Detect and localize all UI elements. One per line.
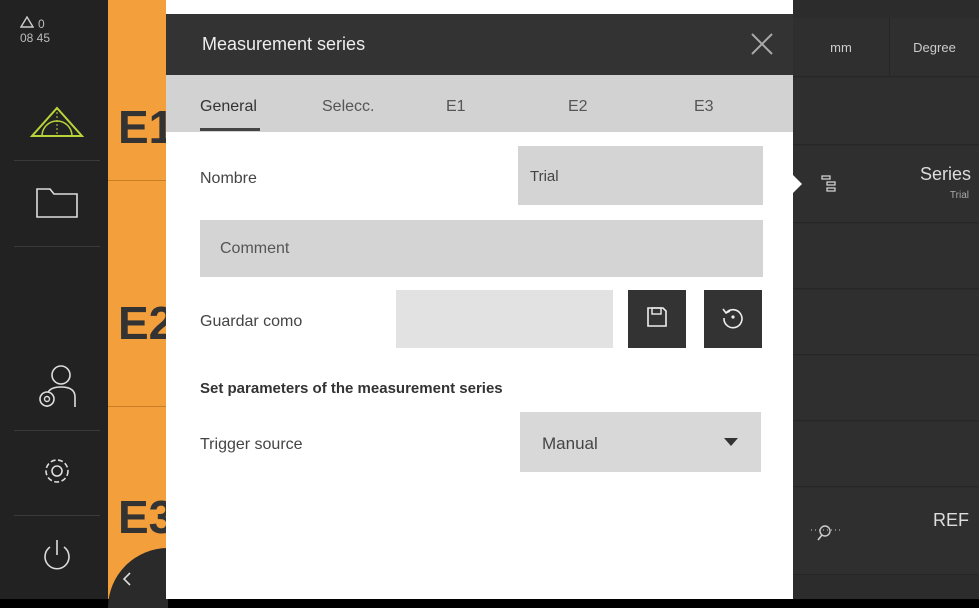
gear-icon [40, 454, 74, 493]
trigger-source-dropdown[interactable]: Manual [520, 412, 761, 472]
series-button[interactable]: Series Trial [793, 146, 979, 223]
divider [14, 160, 100, 161]
inspector-slot [793, 224, 979, 289]
folder-icon [35, 185, 79, 224]
series-value: Trial [949, 190, 969, 201]
measure-icon [29, 105, 85, 144]
comment-field[interactable]: Comment [200, 220, 763, 277]
unit-length-button[interactable]: mm [793, 18, 890, 77]
name-value: Trial [530, 168, 559, 185]
power-button[interactable] [0, 518, 114, 598]
status-area[interactable]: 0 08 45 [19, 15, 90, 45]
tab-e2[interactable]: E2 [568, 98, 588, 116]
tab-general[interactable]: General [200, 98, 257, 116]
active-tab-indicator [200, 128, 260, 131]
trigger-source-value: Manual [542, 434, 598, 453]
dropdown-arrow-icon [724, 438, 738, 446]
divider [14, 430, 100, 431]
divider [108, 406, 166, 407]
user-settings-icon [35, 363, 79, 416]
clock: 08 45 [20, 31, 51, 45]
divider [108, 180, 166, 181]
chevron-left-icon [122, 572, 132, 591]
inspector-slot [793, 290, 979, 355]
series-label: Series [919, 164, 971, 184]
name-field[interactable]: Trial [518, 146, 763, 205]
tab-e1[interactable]: E1 [446, 98, 466, 116]
pointer-caret-icon [793, 175, 802, 193]
main-sidebar: 0 08 45 [0, 0, 114, 599]
floppy-disk-icon [645, 305, 669, 334]
file-manager-button[interactable] [0, 162, 114, 246]
ref-label: REF [933, 510, 969, 530]
divider [14, 515, 100, 516]
save-button[interactable] [628, 290, 686, 348]
reset-icon [720, 304, 746, 335]
measure-button[interactable] [0, 88, 114, 160]
dialog-tabs: General Selecc. E1 E2 E3 [166, 75, 793, 132]
power-icon [40, 537, 74, 580]
inspector-slot [793, 356, 979, 421]
series-icon [821, 174, 839, 197]
inspector-slot [793, 78, 979, 145]
user-login-button[interactable] [0, 350, 114, 428]
dialog-header: Measurement series [166, 14, 793, 75]
inspector-slot [793, 422, 979, 487]
ref-button[interactable]: REF [793, 488, 979, 575]
reset-button[interactable] [704, 290, 762, 348]
tab-e3[interactable]: E3 [694, 98, 714, 116]
unit-angle-button[interactable]: Degree [890, 18, 979, 77]
tab-selection[interactable]: Selecc. [322, 98, 374, 116]
warning-triangle-icon [19, 15, 35, 31]
settings-button[interactable] [0, 434, 114, 512]
name-label: Nombre [200, 170, 257, 187]
dialog-title: Measurement series [202, 34, 366, 54]
close-icon[interactable] [750, 32, 774, 61]
trigger-source-label: Trigger source [200, 436, 303, 453]
save-as-label: Guardar como [200, 313, 303, 330]
alert-count: 0 [38, 16, 45, 31]
inspector-panel: mm Degree Series Trial REF [793, 0, 979, 599]
comment-placeholder: Comment [220, 240, 290, 257]
divider [14, 246, 100, 247]
save-as-field[interactable] [396, 290, 613, 348]
section-heading: Set parameters of the measurement series [200, 380, 503, 397]
reference-probe-icon [809, 522, 843, 547]
